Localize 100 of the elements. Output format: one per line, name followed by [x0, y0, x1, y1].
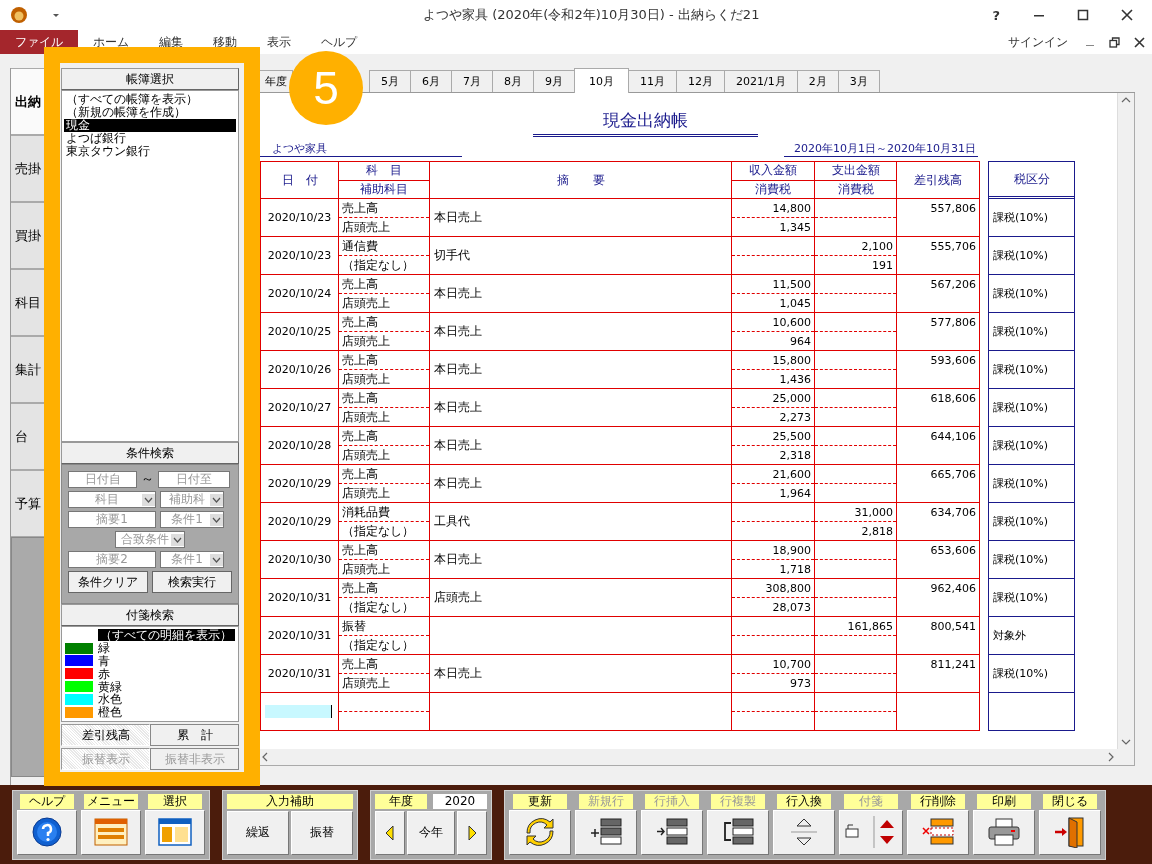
income-cell: 10,600: [772, 315, 811, 329]
caret-icon: [210, 553, 223, 566]
close-icon[interactable]: [1134, 36, 1145, 48]
search-button[interactable]: 条件クリア: [68, 571, 148, 593]
year-field[interactable]: 2020: [433, 793, 487, 809]
tax-cell: 1,964: [779, 486, 811, 500]
tool-button[interactable]: 振替: [291, 810, 353, 855]
maximize-icon[interactable]: [1077, 9, 1089, 21]
tool-label: 行複製: [711, 793, 765, 809]
memo-cell: 本日売上: [434, 209, 482, 226]
tag-item[interactable]: 緑: [98, 642, 110, 655]
tax-class-cell: 課税(10%): [993, 438, 1049, 453]
caret-icon: [210, 493, 223, 506]
sub-account-cell-text: （指定なし）: [341, 636, 415, 654]
income-cell: 25,500: [772, 429, 811, 443]
quick-access-caret-icon[interactable]: [52, 11, 60, 19]
date-cell: 2020/10/26: [260, 351, 338, 389]
balance-cell-text: 555,706: [930, 240, 976, 255]
tag-item[interactable]: （すべての明細を表示）: [98, 629, 235, 642]
tool-button[interactable]: [973, 809, 1035, 855]
month-tab[interactable]: 3月: [837, 70, 880, 92]
vertical-scrollbar[interactable]: [1117, 93, 1134, 749]
account-cell: 売上高: [339, 579, 429, 598]
tool-button[interactable]: [145, 809, 205, 855]
month-tab[interactable]: 10月: [574, 68, 629, 93]
next-year-button[interactable]: [457, 810, 487, 855]
panel-header[interactable]: 条件検索: [61, 442, 239, 464]
tool-button[interactable]: [1039, 809, 1101, 855]
tool-label: 付箋: [844, 793, 898, 809]
income-cell: 11,500: [772, 277, 811, 291]
balance-cell-text: 593,606: [930, 354, 976, 369]
previous-year-button[interactable]: [375, 810, 405, 855]
tag-item[interactable]: 黄緑: [98, 680, 122, 693]
menu-item[interactable]: 表示: [252, 30, 306, 54]
mode-button[interactable]: 累 計: [150, 724, 239, 746]
expense-cell: 161,865: [847, 619, 893, 633]
column-header: 補助科目: [359, 180, 409, 198]
sub-account-cell-text: 店頭売上: [341, 484, 391, 502]
menu-item[interactable]: ホーム: [78, 30, 144, 54]
income-cell: 21,600: [772, 467, 811, 481]
book-item[interactable]: （すべての帳簿を表示）: [64, 93, 236, 106]
search-button[interactable]: 検索実行: [152, 571, 232, 593]
menu-item[interactable]: 編集: [144, 30, 198, 54]
tax-cell: 2,818: [861, 524, 893, 538]
sub-account-cell-text: 店頭売上: [341, 332, 391, 350]
date-cell: 2020/10/31: [260, 655, 338, 693]
column-header: 日 付: [260, 161, 338, 199]
book-item[interactable]: （新規の帳簿を作成）: [64, 106, 236, 119]
month-tab[interactable]: 5月: [369, 70, 411, 92]
menu-grid-icon: [94, 818, 128, 846]
close-icon[interactable]: [1121, 9, 1133, 21]
panel-header[interactable]: 帳簿選択: [61, 68, 239, 90]
tag-item[interactable]: 青: [98, 655, 110, 667]
tool-button[interactable]: 繰返: [227, 810, 289, 855]
tool-button[interactable]: [641, 809, 703, 855]
income-cell: 15,800: [772, 353, 811, 367]
new-row-field[interactable]: [265, 705, 332, 718]
menu-item[interactable]: ヘルプ: [306, 30, 372, 54]
column-header: 消費税: [754, 180, 792, 198]
tool-button[interactable]: [509, 809, 571, 855]
tool-button[interactable]: [839, 809, 903, 855]
tax-cell: 1,436: [779, 372, 811, 386]
tool-label: 行挿入: [645, 793, 699, 809]
book-item[interactable]: 現金: [64, 119, 236, 132]
tool-button[interactable]: [575, 809, 637, 855]
help-button[interactable]: ?: [992, 7, 1000, 23]
memo-cell: 工具代: [434, 513, 470, 530]
book-item[interactable]: よつば銀行: [64, 132, 236, 145]
tool-button[interactable]: [707, 809, 769, 855]
date-cell: 2020/10/27: [260, 389, 338, 427]
range-separator: ～: [141, 470, 154, 488]
account-cell: 売上高: [339, 199, 429, 218]
right-triangle-icon: [467, 824, 477, 841]
restore-icon[interactable]: [1109, 36, 1120, 48]
mode-button[interactable]: 差引残高: [61, 724, 150, 746]
tag-item[interactable]: 橙色: [98, 706, 122, 719]
memo-cell: 本日売上: [434, 551, 482, 568]
tax-class-cell: 課税(10%): [993, 362, 1049, 377]
tax-class-cell: 課税(10%): [993, 476, 1049, 491]
group-label: 年度: [375, 793, 427, 809]
menu-item[interactable]: 移動: [198, 30, 252, 54]
panel-header[interactable]: 付箋検索: [61, 604, 239, 626]
tag-item[interactable]: 水色: [98, 693, 122, 706]
tax-cell: 28,073: [772, 600, 811, 614]
this-year-button[interactable]: 今年: [407, 810, 455, 855]
tag-item[interactable]: 赤: [98, 667, 110, 680]
sub-account-cell-text: （指定なし）: [341, 256, 415, 274]
balance-cell-text: 800,541: [930, 620, 976, 635]
account-cell: 売上高: [339, 427, 429, 446]
tool-button[interactable]: [17, 809, 77, 855]
balance-cell-text: 811,241: [930, 658, 976, 673]
book-item[interactable]: 東京タウン銀行: [64, 145, 236, 158]
column-header: 消費税: [836, 180, 875, 198]
signin-link[interactable]: サインイン: [1008, 30, 1068, 54]
account-cell: 売上高: [339, 313, 429, 332]
date-cell: 2020/10/23: [260, 237, 338, 275]
income-cell: 10,700: [772, 657, 811, 671]
tool-label: ヘルプ: [20, 793, 74, 809]
balance-cell-text: 557,806: [930, 202, 976, 217]
sub-account-cell-text: （指定なし）: [341, 522, 415, 540]
